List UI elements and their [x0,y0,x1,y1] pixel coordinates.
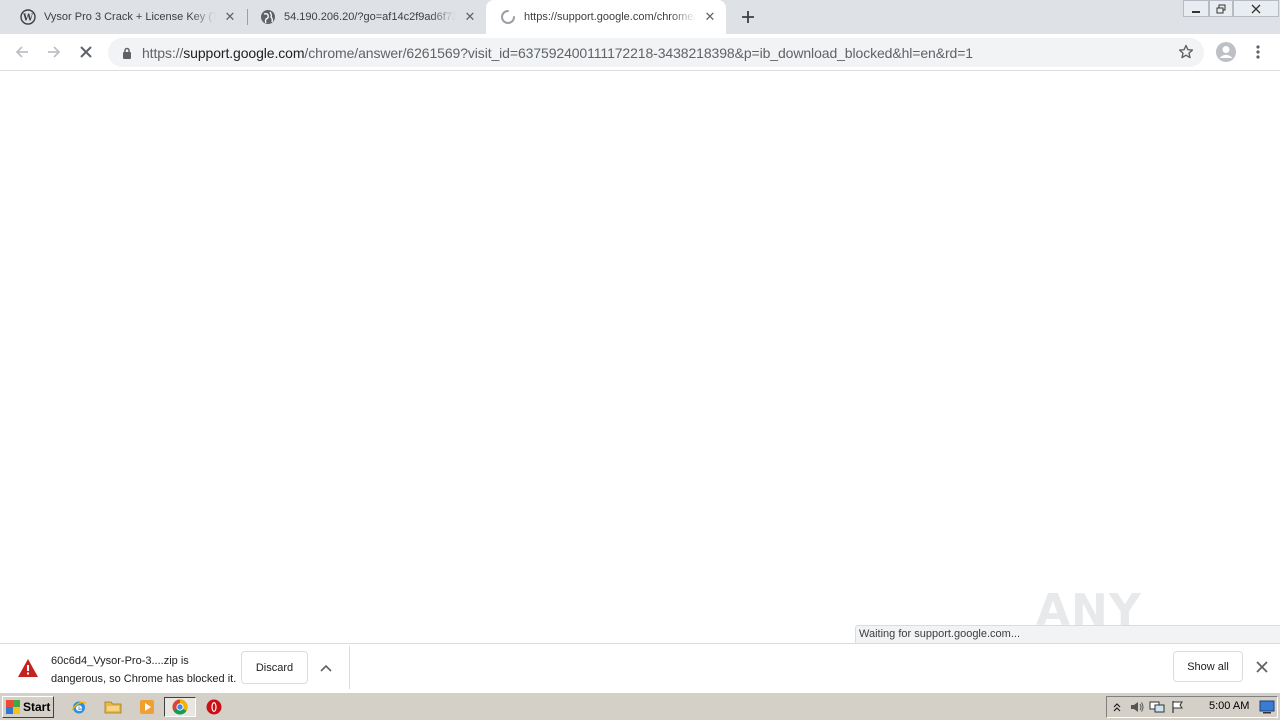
stop-x-icon [80,46,92,58]
address-bar[interactable]: https://support.google.com/chrome/answer… [108,38,1204,67]
stop-loading-button[interactable] [74,40,98,64]
show-desktop-button[interactable] [1257,697,1277,717]
svg-text:W: W [22,14,34,24]
avatar-icon [1216,42,1236,62]
close-tab-icon[interactable]: ✕ [702,9,718,25]
start-button[interactable]: Start [2,696,54,718]
close-icon [1256,661,1268,673]
bookmark-star-icon[interactable] [1178,44,1194,63]
globe-icon [260,9,276,25]
restore-button[interactable] [1209,0,1233,17]
download-shelf: 60c6d4_Vysor-Pro-3....zip is dangerous, … [0,643,1280,692]
tab-title: https://support.google.com/chrome/answer [524,11,696,23]
desktop-icon [1259,700,1275,714]
show-all-button[interactable]: Show all [1173,651,1243,682]
action-center-flag-icon[interactable] [1167,697,1187,717]
close-tab-icon[interactable]: ✕ [222,9,238,25]
restore-icon [1216,4,1226,13]
tab-google-support[interactable]: https://support.google.com/chrome/answer… [486,0,726,34]
chrome-taskbar-button[interactable] [164,697,196,717]
url-path: /chrome/answer/6261569?visit_id=63759240… [304,44,973,61]
minimize-button[interactable] [1183,0,1209,17]
arrow-right-icon [48,46,61,58]
new-tab-button[interactable] [736,5,760,29]
download-warning-line: dangerous, so Chrome has blocked it. [51,673,237,685]
media-player-icon[interactable] [136,697,158,717]
tab-ip-address[interactable]: 54.190.206.20/?go=af14c2f9ad6f73 ✕ [246,0,486,34]
download-filename-line: 60c6d4_Vysor-Pro-3....zip is [51,655,189,667]
warning-icon [17,658,39,681]
menu-button[interactable] [1246,40,1270,64]
close-shelf-button[interactable] [1252,657,1272,677]
tab-vysor[interactable]: W Vysor Pro 3 Crack + License Key (Torre… [6,0,246,34]
windows-logo-icon [6,700,20,714]
close-window-button[interactable] [1233,0,1279,17]
wordpress-icon: W [20,9,36,25]
download-message: 60c6d4_Vysor-Pro-3....zip is dangerous, … [51,652,236,688]
start-label: Start [23,700,51,714]
internet-explorer-icon[interactable]: e [68,697,90,717]
arrow-left-icon [15,46,28,58]
url-host: support.google.com [183,44,305,61]
tab-title: 54.190.206.20/?go=af14c2f9ad6f73 [284,11,456,23]
close-icon [1251,4,1261,13]
clock[interactable]: 5:00 AM [1209,700,1249,712]
show-hidden-icons-button[interactable] [1107,697,1127,717]
close-tab-icon[interactable]: ✕ [462,9,478,25]
profile-button[interactable] [1214,40,1238,64]
minimize-icon [1192,10,1200,13]
browser-toolbar: https://support.google.com/chrome/answer… [0,34,1280,71]
download-options-button[interactable] [316,658,336,678]
system-tray: 5:00 AM [1106,696,1278,718]
url-text: https://support.google.com/chrome/answer… [142,45,973,61]
tab-title: Vysor Pro 3 Crack + License Key (Torrent… [44,11,216,23]
volume-icon[interactable] [1127,697,1147,717]
lock-icon [120,47,134,59]
window-controls [1183,0,1279,17]
network-icon[interactable] [1147,697,1167,717]
forward-button[interactable] [42,40,66,64]
windows-taskbar: Start e 5:00 AM [0,692,1280,720]
download-divider [349,646,350,689]
chevron-up-icon [320,664,332,672]
chevron-up-icon [1113,703,1121,712]
chrome-icon [172,699,188,715]
page-content [0,72,1280,643]
opera-icon[interactable] [203,697,225,717]
back-button[interactable] [10,40,34,64]
discard-button[interactable]: Discard [241,651,308,684]
file-explorer-icon[interactable] [102,697,124,717]
plus-icon [742,11,754,23]
loading-spinner-icon [500,9,516,25]
kebab-menu-icon [1256,45,1260,59]
url-scheme: https:// [142,44,184,61]
tab-strip: W Vysor Pro 3 Crack + License Key (Torre… [0,0,1280,34]
